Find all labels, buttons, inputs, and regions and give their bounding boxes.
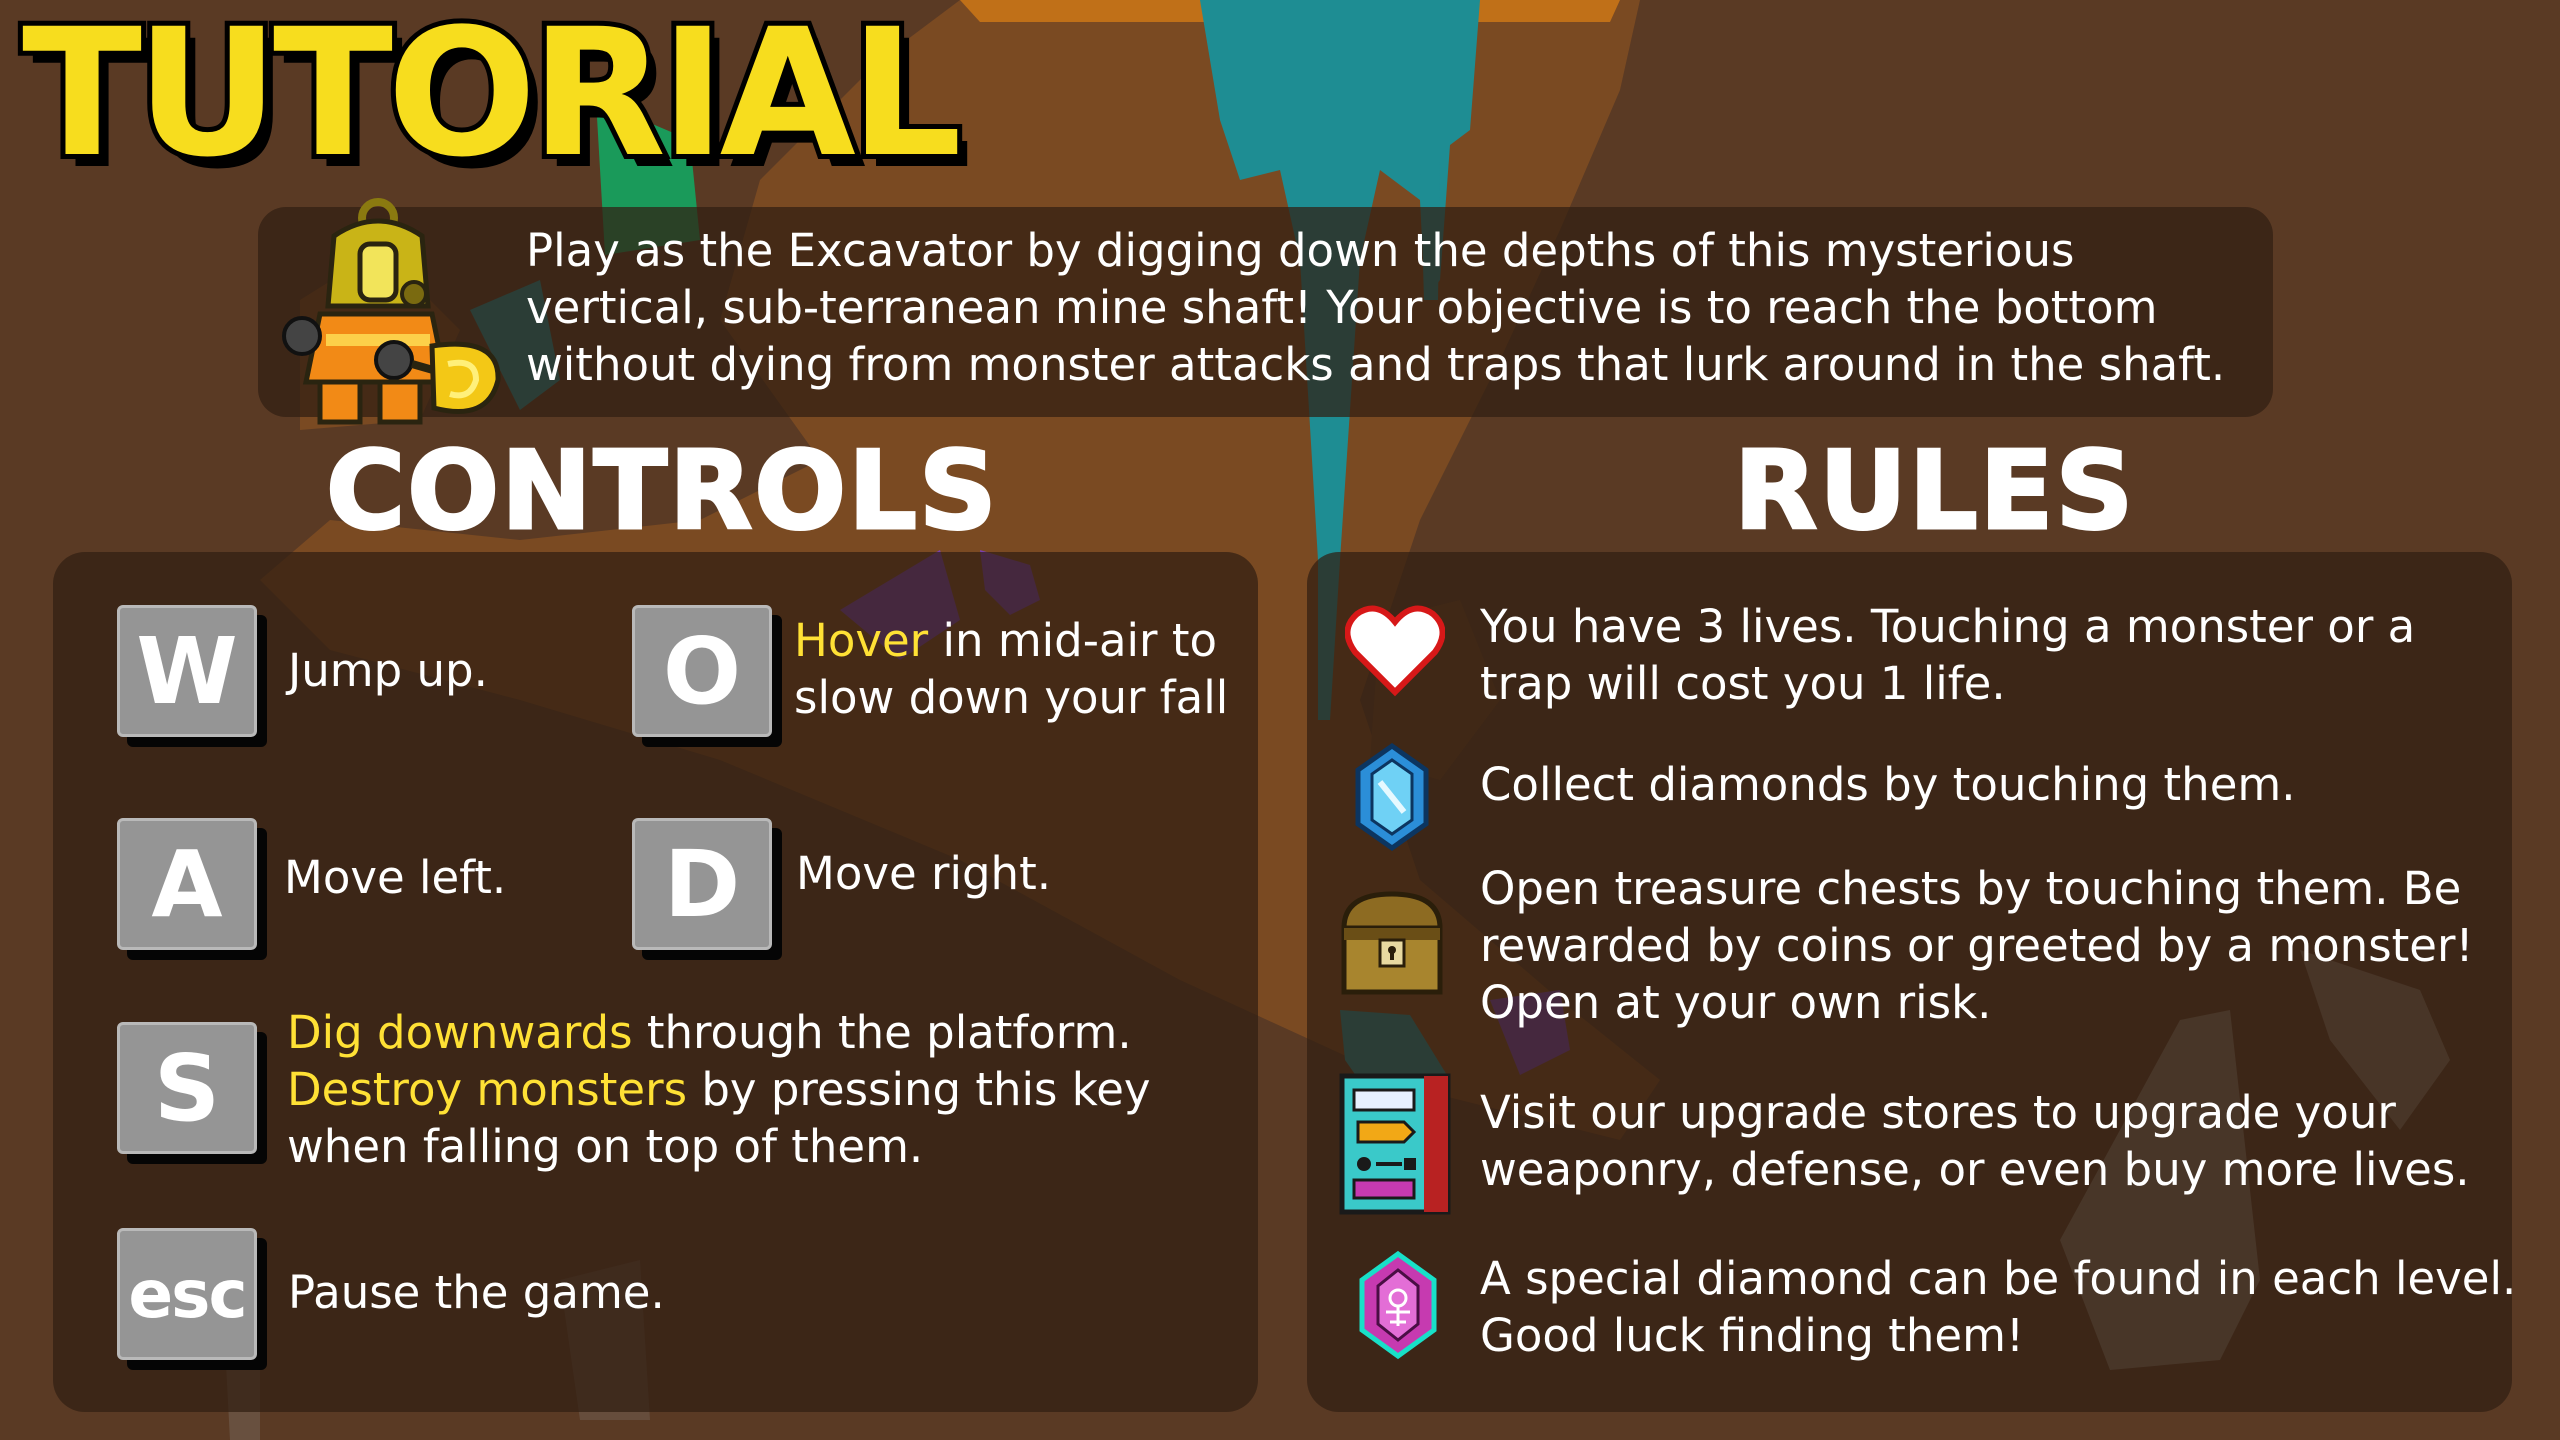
key-w: W <box>117 605 257 737</box>
key-esc-description: Pause the game. <box>288 1266 665 1319</box>
special-diamond-icon <box>1359 1250 1437 1360</box>
key-d: D <box>632 818 772 950</box>
rule-diamonds-text: Collect diamonds by touching them. <box>1480 758 2296 811</box>
key-o-description: Hover in mid-air to slow down your fall <box>794 614 1229 724</box>
treasure-chest-icon <box>1341 891 1443 995</box>
rule-chests-text: Open treasure chests by touching them. B… <box>1480 862 2474 1029</box>
heart-icon <box>1345 605 1445 697</box>
rule-lives-text: You have 3 lives. Touching a monster or … <box>1480 600 2416 710</box>
rule-stores-text: Visit our upgrade stores to upgrade your… <box>1480 1086 2470 1196</box>
key-w-description: Jump up. <box>288 644 488 697</box>
key-a-description: Move left. <box>284 851 507 904</box>
destroy-monsters-highlight: Destroy monsters <box>287 1063 688 1116</box>
key-s-description: Dig downwards through the platform. Dest… <box>287 1006 1151 1173</box>
key-d-description: Move right. <box>796 847 1052 900</box>
diamond-icon <box>1355 742 1429 852</box>
intro-description: Play as the Excavator by digging down th… <box>526 224 2226 391</box>
key-o: O <box>632 605 772 737</box>
key-esc: esc <box>117 1228 257 1360</box>
key-a: A <box>117 818 257 950</box>
hover-highlight: Hover <box>794 614 929 667</box>
rule-special-diamond-text: A special diamond can be found in each l… <box>1480 1252 2517 1362</box>
excavator-character-icon <box>282 198 501 425</box>
key-s: S <box>117 1022 257 1154</box>
upgrade-store-icon <box>1339 1073 1451 1215</box>
dig-downwards-highlight: Dig downwards <box>287 1006 633 1059</box>
tutorial-title: TUTORIAL <box>17 0 967 196</box>
controls-heading: CONTROLS <box>325 429 999 554</box>
rules-heading: RULES <box>1732 429 2136 554</box>
